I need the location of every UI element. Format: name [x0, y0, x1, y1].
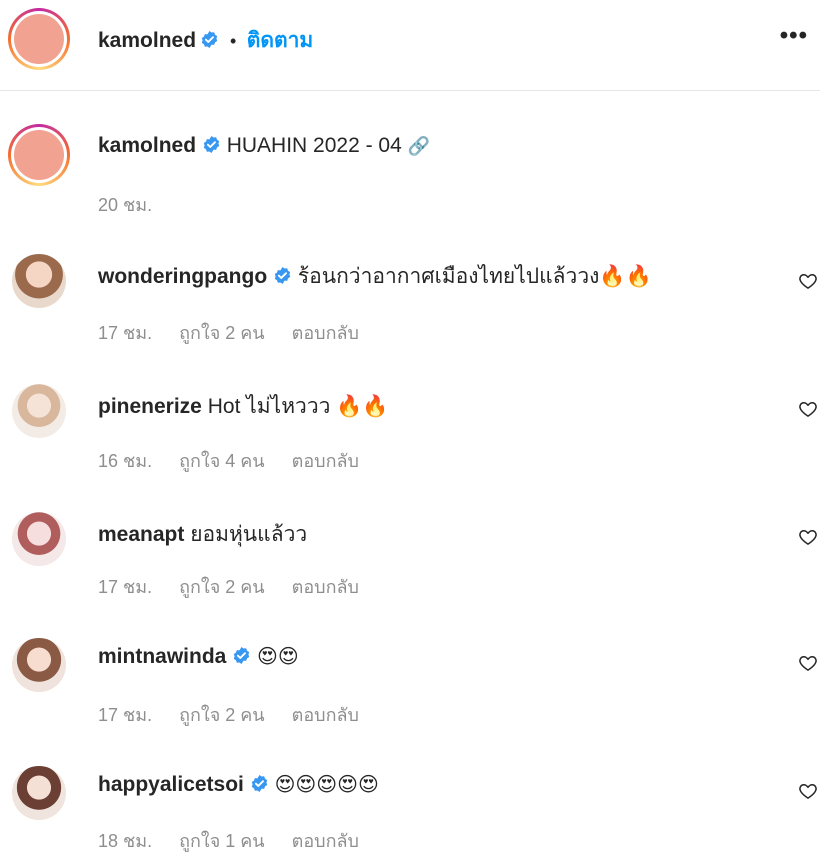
comment-likes[interactable]: ถูกใจ 2 คน	[179, 577, 265, 597]
verified-badge-icon	[200, 30, 219, 49]
caption-avatar[interactable]	[8, 124, 70, 186]
heart-icon[interactable]	[798, 399, 818, 419]
commenter-avatar[interactable]	[12, 254, 66, 308]
reply-button[interactable]: ตอบกลับ	[292, 705, 359, 725]
verified-badge-icon	[250, 774, 269, 793]
comment-row: wonderingpango ร้อนกว่าอากาศเมืองไทยไปแล…	[0, 252, 820, 352]
comment-text: 😍😍	[257, 646, 299, 668]
heart-icon[interactable]	[798, 653, 818, 673]
comment-text: 😍😍😍😍😍	[274, 774, 379, 796]
post-header: kamolned • ติดตาม •••	[0, 0, 820, 91]
caption-time: 20 ชม.	[98, 195, 153, 215]
follow-button[interactable]: ติดตาม	[247, 29, 314, 52]
comment-row: mintnawinda 😍😍 17 ชม. ถูกใจ 2 คน ตอบกลับ	[0, 636, 820, 736]
commenter-avatar[interactable]	[12, 384, 66, 438]
comment-meta: 16 ชม. ถูกใจ 4 คน ตอบกลับ	[98, 446, 381, 475]
caption-meta: 20 ชม.	[98, 190, 174, 219]
heart-icon[interactable]	[798, 527, 818, 547]
caption: kamolned HUAHIN 2022 - 04 🔗 20 ชม.	[0, 118, 820, 218]
comment-meta: 18 ชม. ถูกใจ 1 คน ตอบกลับ	[98, 826, 381, 855]
comment-time: 17 ชม.	[98, 705, 153, 725]
comment-meta: 17 ชม. ถูกใจ 2 คน ตอบกลับ	[98, 572, 381, 601]
comment-text: Hot ไม่ไหววว 🔥🔥	[207, 395, 389, 418]
comment-username[interactable]: pinenerize	[98, 395, 202, 418]
comment-time: 18 ชม.	[98, 831, 153, 851]
reply-button[interactable]: ตอบกลับ	[292, 831, 359, 851]
heart-icon[interactable]	[798, 781, 818, 801]
comment-meta: 17 ชม. ถูกใจ 2 คน ตอบกลับ	[98, 318, 381, 347]
link-icon: 🔗	[407, 136, 431, 156]
comment-line: pinenerize Hot ไม่ไหววว 🔥🔥	[98, 390, 389, 423]
verified-badge-icon	[273, 266, 292, 285]
commenter-avatar[interactable]	[12, 638, 66, 692]
reply-button[interactable]: ตอบกลับ	[292, 323, 359, 343]
comment-username[interactable]: mintnawinda	[98, 645, 226, 668]
comment-meta: 17 ชม. ถูกใจ 2 คน ตอบกลับ	[98, 700, 381, 729]
comment-likes[interactable]: ถูกใจ 2 คน	[179, 705, 265, 725]
comment-line: happyalicetsoi 😍😍😍😍😍	[98, 772, 379, 797]
comment-username[interactable]: wonderingpango	[98, 265, 267, 288]
comment-text: ร้อนกว่าอากาศเมืองไทยไปแล้ววง🔥🔥	[297, 265, 652, 288]
comment-time: 17 ชม.	[98, 577, 153, 597]
comment-line: meanapt ยอมหุ่นแล้วว	[98, 518, 307, 551]
separator-dot: •	[229, 31, 237, 51]
comment-row: pinenerize Hot ไม่ไหววว 🔥🔥 16 ชม. ถูกใจ …	[0, 382, 820, 482]
comment-line: mintnawinda 😍😍	[98, 644, 299, 669]
comment-likes[interactable]: ถูกใจ 4 คน	[179, 451, 265, 471]
comment-row: happyalicetsoi 😍😍😍😍😍 18 ชม. ถูกใจ 1 คน ต…	[0, 764, 820, 864]
comment-time: 17 ชม.	[98, 323, 153, 343]
reply-button[interactable]: ตอบกลับ	[292, 451, 359, 471]
caption-line: kamolned HUAHIN 2022 - 04 🔗	[98, 134, 430, 158]
comment-likes[interactable]: ถูกใจ 1 คน	[179, 831, 265, 851]
verified-badge-icon	[232, 646, 251, 665]
profile-avatar[interactable]	[8, 8, 70, 70]
caption-username[interactable]: kamolned	[98, 134, 196, 157]
comment-username[interactable]: meanapt	[98, 523, 184, 546]
more-options-icon[interactable]: •••	[780, 22, 808, 50]
comment-text: ยอมหุ่นแล้วว	[190, 523, 308, 546]
commenter-avatar[interactable]	[12, 512, 66, 566]
commenter-avatar[interactable]	[12, 766, 66, 820]
verified-badge-icon	[202, 135, 221, 154]
comment-row: meanapt ยอมหุ่นแล้วว 17 ชม. ถูกใจ 2 คน ต…	[0, 510, 820, 610]
comment-likes[interactable]: ถูกใจ 2 คน	[179, 323, 265, 343]
caption-text: HUAHIN 2022 - 04	[226, 134, 402, 157]
header-username[interactable]: kamolned	[98, 29, 196, 52]
comment-line: wonderingpango ร้อนกว่าอากาศเมืองไทยไปแล…	[98, 260, 652, 293]
comment-time: 16 ชม.	[98, 451, 153, 471]
comment-username[interactable]: happyalicetsoi	[98, 773, 244, 796]
heart-icon[interactable]	[798, 271, 818, 291]
reply-button[interactable]: ตอบกลับ	[292, 577, 359, 597]
header-user-line: kamolned • ติดตาม	[98, 24, 313, 57]
